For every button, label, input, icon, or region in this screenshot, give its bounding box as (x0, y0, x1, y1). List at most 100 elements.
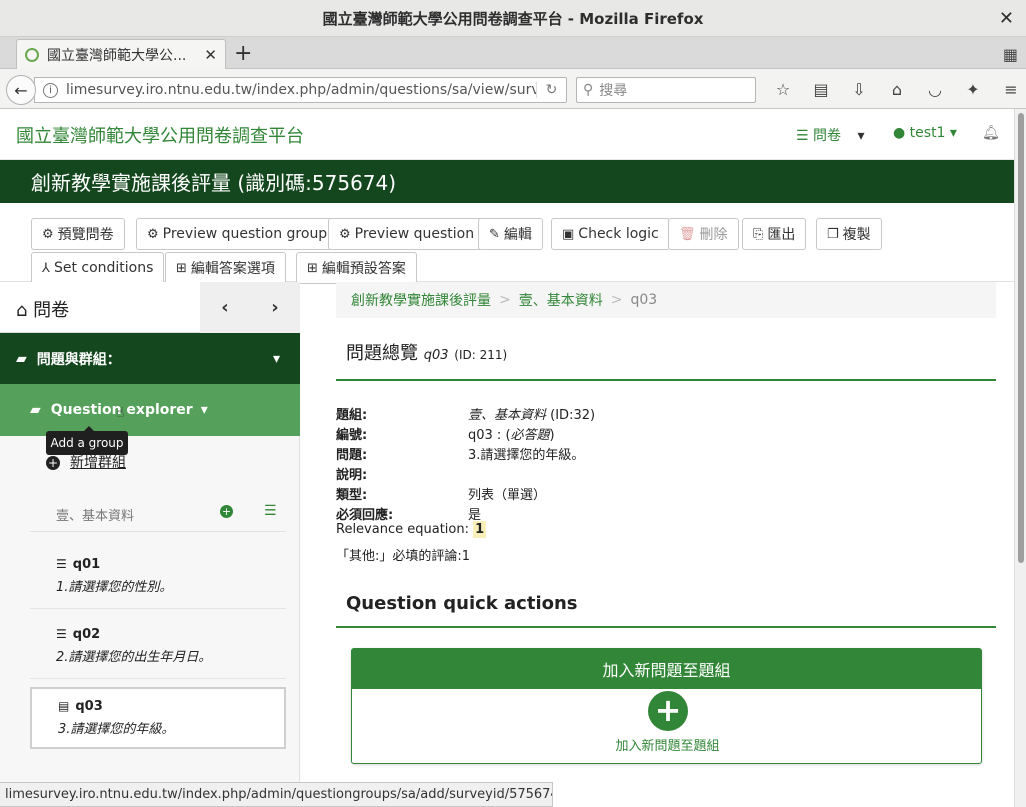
info-key: 說明: (336, 468, 368, 483)
gear-icon: ⚙ (42, 226, 54, 242)
page-scrollbar[interactable] (1014, 109, 1026, 807)
relevance-label: Relevance equation: (336, 522, 469, 537)
extension-icon[interactable]: ✦ (954, 77, 992, 101)
reload-icon[interactable]: ↻ (536, 82, 566, 98)
plus-circle-icon[interactable]: + (648, 691, 688, 731)
breadcrumb-separator: > (499, 292, 511, 308)
sidebar: ⌂ 問卷 ‹ › ▰ 問題與群組： ▾ ▰ Question explorer … (0, 282, 300, 807)
search-input[interactable]: ⚲ 搜尋 (576, 77, 756, 103)
breadcrumb-survey[interactable]: 創新教學實施課後評量 (351, 290, 491, 310)
survey-menu[interactable]: ☰ 問卷 ▾ (796, 125, 865, 145)
sidebar-header: ⌂ 問卷 ‹ › (0, 282, 300, 333)
url-text: limesurvey.iro.ntnu.edu.tw/index.php/adm… (66, 82, 536, 98)
pocket-icon[interactable]: ◡ (916, 77, 954, 101)
preview-survey-button[interactable]: ⚙ 預覽問卷 (31, 218, 125, 250)
info-value-italic: 壹、基本資料 (468, 408, 547, 423)
info-value: q03 : (必答題) (468, 424, 555, 443)
caret-down-icon: ▾ (200, 402, 208, 418)
add-group-label: 新增群組 (70, 455, 126, 471)
toolbar-icons: ☆ ▤ ⇩ ⌂ ◡ ✦ ≡ (764, 77, 1026, 101)
info-value-after: ) (549, 428, 555, 443)
info-value-text: q03 : ( (468, 428, 511, 443)
navigation-bar: i limesurvey.iro.ntnu.edu.tw/index.php/a… (0, 69, 1026, 109)
add-question-icon[interactable]: + (220, 505, 233, 518)
chevron-left-icon[interactable]: ‹ (200, 282, 250, 333)
info-row-question: 問題: 3.請選擇您的年級。 (336, 444, 996, 464)
scrollbar-thumb[interactable] (1018, 113, 1024, 563)
info-row-group: 題組: 壹、基本資料 (ID:32) (336, 404, 996, 424)
export-button[interactable]: ⎘ 匯出 (742, 218, 807, 250)
breadcrumb-current: q03 (630, 292, 658, 308)
overview-heading: 問題總覽 q03 (ID: 211) (336, 339, 996, 381)
delete-button[interactable]: 🗑︎ 刪除 (668, 218, 739, 250)
panel-label[interactable]: 加入新問題至題組 (352, 735, 983, 754)
edit-answers-label: 編輯答案選項 (190, 261, 275, 277)
relevance-value: 1 (473, 521, 487, 538)
tab-list-icon[interactable]: ▦ (1003, 45, 1018, 64)
download-icon[interactable]: ⇩ (840, 77, 878, 101)
gear-icon: ⚙ (339, 226, 351, 242)
gear-icon: ⚙ (147, 226, 159, 242)
search-placeholder: 搜尋 (599, 83, 628, 99)
check-logic-button[interactable]: ▣ Check logic (551, 218, 670, 250)
question-item-active[interactable]: ▤ q03 3.請選擇您的年級。 (30, 687, 286, 749)
overview-title: 問題總覽 (346, 343, 418, 364)
brand-link[interactable]: 國立臺灣師範大學公用問卷調查平台 (16, 122, 304, 148)
back-button[interactable]: ← (6, 75, 36, 105)
question-code: ☰ q01 (56, 557, 100, 572)
preview-question-label: Preview question (354, 226, 475, 242)
breadcrumb-group[interactable]: 壹、基本資料 (519, 290, 603, 310)
home-icon[interactable]: ⌂ (878, 77, 916, 101)
info-value-italic: 必答題 (510, 428, 550, 443)
question-item[interactable]: ☰ q01 1.請選擇您的性別。 (30, 547, 286, 609)
group-row[interactable]: 壹、基本資料 + ☰ (30, 497, 286, 532)
preview-question-button[interactable]: ⚙ Preview question (328, 218, 486, 250)
menu-icon[interactable]: ≡ (992, 77, 1026, 101)
tab-close-icon[interactable]: ✕ (204, 46, 217, 64)
edit-answers-button[interactable]: ⊞ 編輯答案選項 (165, 252, 286, 284)
logic-icon: ▣ (562, 226, 575, 242)
edit-defaults-button[interactable]: ⊞ 編輯預設答案 (296, 252, 417, 284)
add-question-panel[interactable]: 加入新問題至題組 + 加入新問題至題組 (351, 648, 982, 764)
copy-icon: ❐ (827, 226, 839, 242)
check-logic-label: Check logic (578, 226, 659, 242)
tab-strip: 國立臺灣師範大學公... ✕ + ▦ (0, 37, 1026, 69)
question-code-text: q02 (72, 627, 101, 642)
preview-group-button[interactable]: ⚙ Preview question group (136, 218, 339, 250)
folder-open-icon: ▰ (30, 402, 41, 418)
url-bar[interactable]: i limesurvey.iro.ntnu.edu.tw/index.php/a… (34, 77, 567, 103)
question-item[interactable]: ☰ q02 2.請選擇您的出生年月日。 (30, 617, 286, 679)
edit-button[interactable]: ✎ 編輯 (478, 218, 543, 250)
breadcrumb-separator: > (610, 292, 623, 308)
panel-heading: 加入新問題至題組 (352, 649, 981, 689)
bookmark-star-icon[interactable]: ☆ (764, 77, 802, 101)
list-icon[interactable]: ☰ (264, 503, 277, 519)
info-value: 列表（單選） (468, 488, 547, 503)
favicon-icon (25, 47, 39, 62)
home-icon: ⌂ (16, 300, 28, 321)
add-group-link[interactable]: + 新增群組 (46, 452, 126, 472)
sidebar-section-explorer[interactable]: ▰ Question explorer ▾ (0, 384, 300, 436)
question-code-text: q03 (75, 699, 103, 714)
set-conditions-button[interactable]: ⅄ Set conditions (31, 252, 165, 284)
list-icon: ☰ (56, 627, 67, 641)
other-comment: 「其他:」必填的評論:1 (336, 549, 471, 564)
table-icon: ⊞ (307, 260, 318, 276)
user-menu[interactable]: ● test1 ▾ (893, 125, 957, 141)
browser-tab[interactable]: 國立臺灣師範大學公... ✕ (16, 39, 226, 69)
info-icon[interactable]: i (43, 82, 58, 98)
reading-list-icon[interactable]: ▤ (802, 77, 840, 101)
new-tab-icon[interactable]: + (234, 41, 252, 66)
chevron-right-icon[interactable]: › (250, 282, 300, 333)
app-topbar: 國立臺灣師範大學公用問卷調查平台 ☰ 問卷 ▾ ● test1 ▾ 🔔︎ (0, 109, 1014, 160)
section-groups-label: 問題與群組： (36, 351, 121, 368)
tooltip: Add a group (46, 426, 128, 455)
info-key: 必須回應: (336, 508, 394, 523)
sidebar-title[interactable]: ⌂ 問卷 (16, 296, 69, 322)
bell-icon[interactable]: 🔔︎ (982, 125, 1000, 141)
page-content: 國立臺灣師範大學公用問卷調查平台 ☰ 問卷 ▾ ● test1 ▾ 🔔︎ 創新教… (0, 109, 1014, 807)
copy-button[interactable]: ❐ 複製 (816, 218, 882, 250)
sidebar-section-groups[interactable]: ▰ 問題與群組： ▾ (0, 333, 300, 384)
export-label: 匯出 (767, 227, 796, 243)
close-icon[interactable]: ✕ (999, 8, 1014, 29)
